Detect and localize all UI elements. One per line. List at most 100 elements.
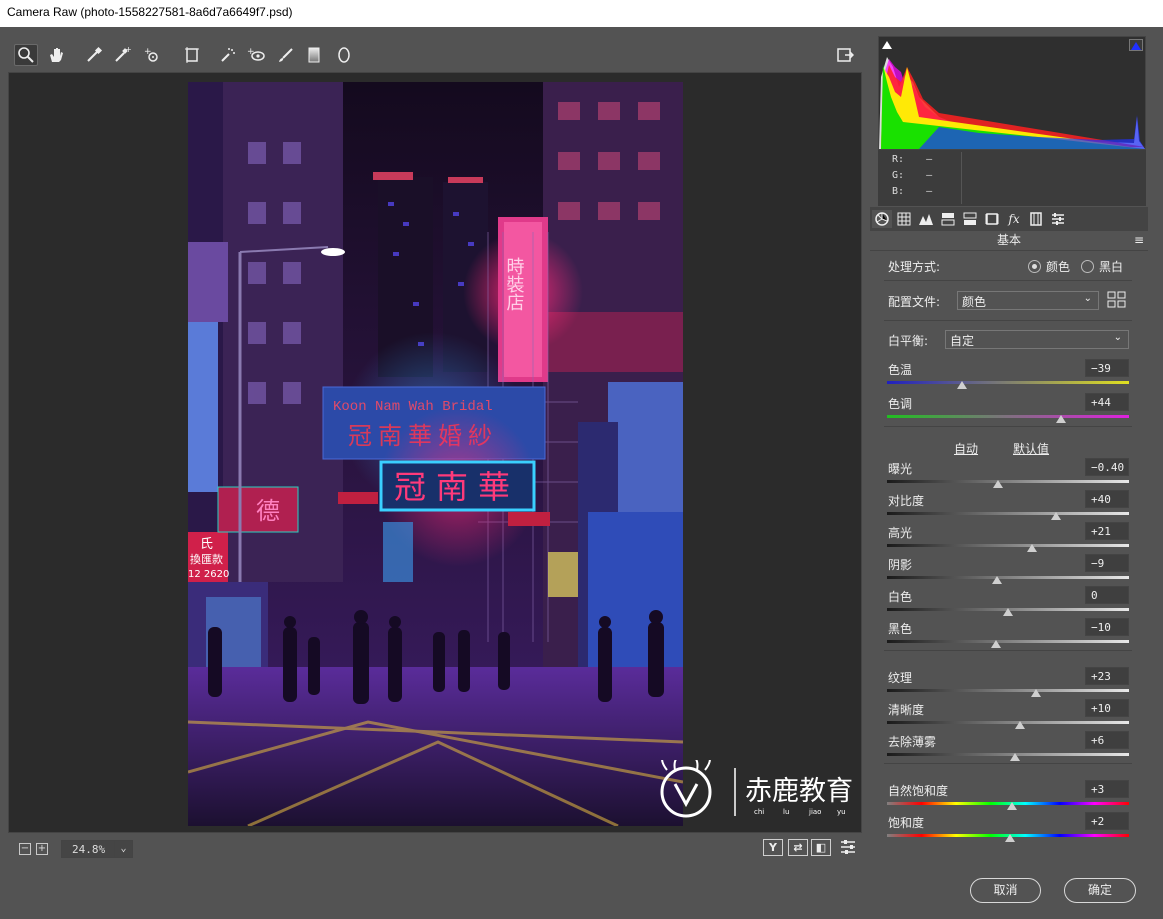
slider-thumb-shadows[interactable] bbox=[992, 576, 1003, 584]
slider-thumb-blacks[interactable] bbox=[990, 640, 1001, 648]
section-divider bbox=[884, 426, 1132, 427]
b-value: — bbox=[926, 186, 933, 197]
tab-split-toning[interactable] bbox=[960, 210, 980, 228]
panel-menu-icon[interactable]: ≡ bbox=[1134, 231, 1144, 249]
radial-filter-icon[interactable] bbox=[332, 44, 356, 66]
adjustment-brush-icon[interactable] bbox=[274, 44, 298, 66]
slider-thumb-saturation[interactable] bbox=[1005, 834, 1016, 842]
slider-track-shadows[interactable] bbox=[887, 576, 1129, 579]
slider-track-blacks[interactable] bbox=[887, 640, 1129, 643]
targeted-adjust-icon[interactable]: + bbox=[140, 44, 164, 66]
tab-detail[interactable] bbox=[916, 210, 936, 228]
treatment-color-label: 颜色 bbox=[1046, 260, 1071, 274]
panel-tabs: fx bbox=[870, 207, 1148, 231]
spot-removal-icon[interactable] bbox=[216, 44, 240, 66]
slider-label-clarity: 清晰度 bbox=[888, 703, 925, 717]
section-title-text: 基本 bbox=[996, 233, 1021, 247]
slider-label-shadows: 阴影 bbox=[888, 558, 913, 572]
swap-before-after-button[interactable]: ⇄ bbox=[788, 839, 808, 856]
zoom-level-select[interactable]: 24.8% ⌄ bbox=[61, 840, 133, 858]
slider-thumb-clarity[interactable] bbox=[1015, 721, 1026, 729]
slider-track-contrast[interactable] bbox=[887, 512, 1129, 515]
slider-value-blacks[interactable]: −10 bbox=[1085, 618, 1129, 636]
slider-value-saturation[interactable]: +2 bbox=[1085, 812, 1129, 830]
toggle-fullscreen-icon[interactable] bbox=[833, 44, 857, 66]
highlight-clipping-icon[interactable] bbox=[1129, 39, 1143, 51]
chevron-down-icon: ⌄ bbox=[114, 841, 132, 857]
slider-value-shadows[interactable]: −9 bbox=[1085, 554, 1129, 572]
slider-value-whites[interactable]: 0 bbox=[1085, 586, 1129, 604]
b-label: B: bbox=[892, 186, 905, 197]
section-divider bbox=[884, 763, 1132, 764]
before-after-view-button[interactable]: Y bbox=[763, 839, 783, 856]
section-divider bbox=[884, 650, 1132, 651]
zoom-out-button[interactable]: − bbox=[19, 843, 31, 855]
treatment-bw-radio[interactable] bbox=[1081, 260, 1094, 273]
slider-label-tint: 色调 bbox=[888, 397, 913, 411]
slider-value-tint[interactable]: +44 bbox=[1085, 393, 1129, 411]
tab-hsl[interactable] bbox=[938, 210, 958, 228]
slider-value-dehaze[interactable]: +6 bbox=[1085, 731, 1129, 749]
slider-thumb-highlights[interactable] bbox=[1027, 544, 1038, 552]
tab-effects[interactable]: fx bbox=[1004, 210, 1024, 228]
slider-track-highlights[interactable] bbox=[887, 544, 1129, 547]
treatment-color-radio[interactable] bbox=[1028, 260, 1041, 273]
slider-track-exposure[interactable] bbox=[887, 480, 1129, 483]
preview-settings-icon[interactable] bbox=[836, 836, 860, 858]
graduated-filter-icon[interactable] bbox=[302, 44, 326, 66]
white-balance-value: 自定 bbox=[950, 334, 975, 348]
ok-button[interactable]: 确定 bbox=[1064, 878, 1136, 903]
slider-thumb-temp[interactable] bbox=[957, 381, 968, 389]
left-neon-text: 德 bbox=[256, 497, 280, 525]
slider-value-clarity[interactable]: +10 bbox=[1085, 699, 1129, 717]
zoom-icon[interactable] bbox=[14, 44, 38, 66]
tab-calibration[interactable] bbox=[1026, 210, 1046, 228]
r-value: — bbox=[926, 154, 933, 165]
transform-icon[interactable] bbox=[180, 44, 204, 66]
cancel-button[interactable]: 取消 bbox=[970, 878, 1041, 903]
slider-track-temp[interactable] bbox=[887, 381, 1129, 384]
vertical-neon-text: 時裝店 bbox=[504, 257, 525, 311]
shadow-clipping-icon[interactable] bbox=[881, 39, 893, 49]
hand-icon[interactable] bbox=[44, 44, 68, 66]
slider-value-texture[interactable]: +23 bbox=[1085, 667, 1129, 685]
chevron-down-icon: ⌄ bbox=[1113, 332, 1122, 343]
slider-track-dehaze[interactable] bbox=[887, 753, 1129, 756]
slider-thumb-whites[interactable] bbox=[1003, 608, 1013, 616]
tab-tone-curve[interactable] bbox=[894, 210, 914, 228]
window-titlebar: Camera Raw (photo-1558227581-8a6d7a6649f… bbox=[0, 0, 1163, 27]
tab-presets[interactable] bbox=[1048, 210, 1068, 228]
window-title: Camera Raw (photo-1558227581-8a6d7a6649f… bbox=[7, 5, 293, 19]
slider-thumb-tint[interactable] bbox=[1056, 415, 1067, 423]
tab-basic[interactable] bbox=[872, 210, 892, 228]
slider-thumb-texture[interactable] bbox=[1030, 689, 1041, 697]
slider-thumb-exposure[interactable] bbox=[993, 480, 1004, 488]
copy-settings-button[interactable]: ◧ bbox=[811, 839, 831, 856]
red-eye-icon[interactable]: + bbox=[244, 44, 268, 66]
slider-value-exposure[interactable]: −0.40 bbox=[1085, 458, 1129, 476]
slider-value-vibrance[interactable]: +3 bbox=[1085, 780, 1129, 798]
slider-thumb-contrast[interactable] bbox=[1051, 512, 1062, 520]
slider-label-saturation: 饱和度 bbox=[888, 816, 925, 830]
profile-browser-icon[interactable] bbox=[1107, 291, 1127, 309]
slider-track-tint[interactable] bbox=[887, 415, 1129, 418]
white-balance-select[interactable]: 自定 ⌄ bbox=[945, 330, 1129, 349]
tab-lens-corrections[interactable] bbox=[982, 210, 1002, 228]
watermark-text-overlay: 赤鹿教育 bbox=[745, 776, 853, 807]
slider-value-highlights[interactable]: +21 bbox=[1085, 522, 1129, 540]
slider-thumb-vibrance[interactable] bbox=[1006, 802, 1017, 810]
auto-link[interactable]: 自动 bbox=[954, 440, 978, 457]
watermark-pinyin-overlay-4: yu bbox=[837, 808, 846, 816]
slider-value-contrast[interactable]: +40 bbox=[1085, 490, 1129, 508]
slider-thumb-dehaze[interactable] bbox=[1010, 753, 1021, 761]
slider-track-texture[interactable] bbox=[887, 689, 1129, 692]
slider-label-contrast: 对比度 bbox=[888, 494, 925, 508]
color-sampler-icon[interactable]: + bbox=[110, 44, 134, 66]
zoom-in-button[interactable]: + bbox=[36, 843, 48, 855]
white-balance-icon[interactable] bbox=[82, 44, 106, 66]
slider-value-temp[interactable]: −39 bbox=[1085, 359, 1129, 377]
default-link[interactable]: 默认值 bbox=[1013, 440, 1049, 457]
preview-image[interactable]: 時裝店 Koon Nam Wah Bridal 冠南華婚紗 冠南華 氏 換匯款 … bbox=[188, 82, 683, 826]
slider-track-clarity[interactable] bbox=[887, 721, 1129, 724]
profile-select[interactable]: 颜色 ⌄ bbox=[957, 291, 1099, 310]
